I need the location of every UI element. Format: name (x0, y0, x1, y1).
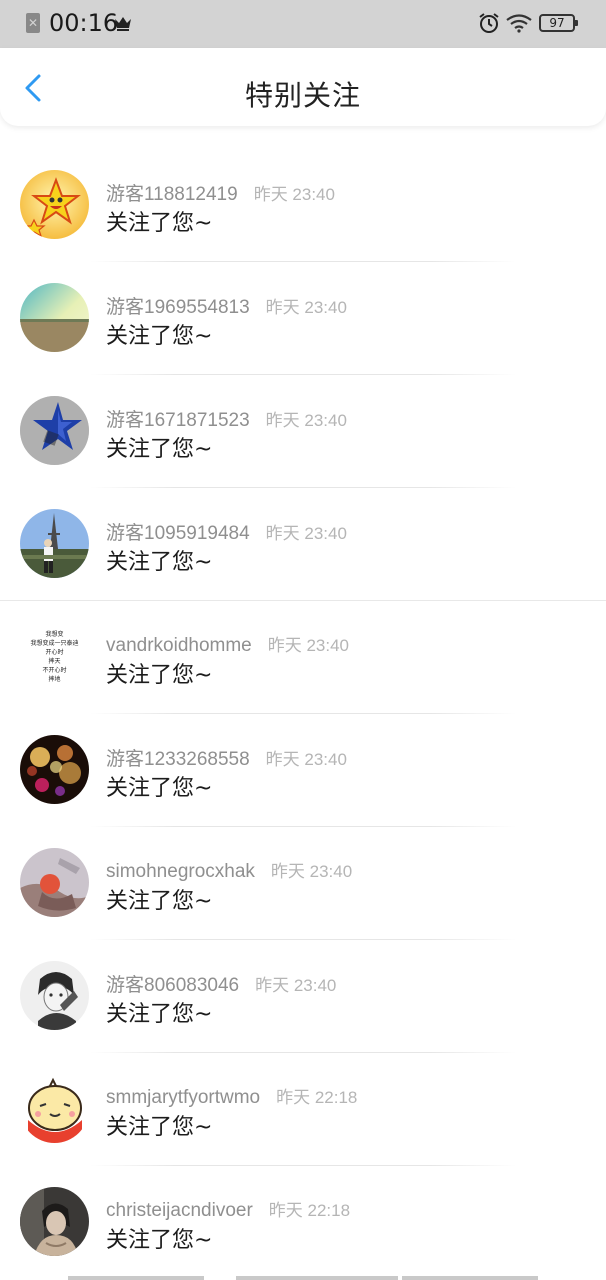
list-item[interactable]: 游客1969554813 昨天 23:40 关注了您~ (0, 262, 606, 375)
avatar-text-line: 我想变成一只泰迪 (30, 639, 78, 647)
bottom-bar-segment (402, 1276, 538, 1280)
avatar[interactable] (20, 961, 89, 1030)
timestamp: 昨天 23:40 (267, 636, 350, 655)
avatar-text-line: 开心时 (45, 648, 63, 656)
following-list[interactable]: 游客118812419 昨天 23:40 关注了您~ 游客1969554813 … (0, 126, 606, 1280)
avatar[interactable] (20, 283, 89, 352)
timestamp: 昨天 23:40 (270, 862, 353, 881)
list-item[interactable]: 游客806083046 昨天 23:40 关注了您~ (0, 940, 606, 1053)
list-item[interactable]: 游客1671871523 昨天 23:40 关注了您~ (0, 375, 606, 488)
avatar[interactable] (20, 170, 89, 239)
message-text: 关注了您~ (106, 1115, 213, 1140)
avatar-text-line: 我想变 (45, 630, 63, 638)
avatar-image: 我想变 我想变成一只泰迪 开心时 摔天 不开心时 摔地 (20, 622, 89, 691)
timestamp: 昨天 23:40 (255, 976, 337, 995)
username[interactable]: christeijacndivoer 昨天 22:18 (106, 1196, 350, 1222)
timestamp: 昨天 23:40 (265, 750, 347, 769)
username[interactable]: 游客1095919484 昨天 23:40 (106, 518, 347, 545)
list-item[interactable]: christeijacndivoer 昨天 22:18 关注了您~ (0, 1166, 606, 1279)
list-item[interactable]: 游客1233268558 昨天 23:40 关注了您~ (0, 714, 606, 827)
alarm-icon (479, 13, 499, 33)
message-text: 关注了您~ (106, 663, 213, 688)
list-item[interactable]: smmjarytfyortwmo 昨天 22:18 关注了您~ (0, 1053, 606, 1166)
timestamp: 昨天 23:40 (265, 411, 347, 430)
username[interactable]: 游客1671871523 昨天 23:40 (106, 405, 347, 432)
message-text: 关注了您~ (106, 437, 213, 462)
battery-icon: 97 (539, 14, 578, 32)
timestamp: 昨天 23:40 (265, 298, 347, 317)
message-text: 关注了您~ (106, 889, 213, 914)
avatar-text-line: 摔天 (48, 657, 60, 665)
avatar[interactable]: 我想变 我想变成一只泰迪 开心时 摔天 不开心时 摔地 (20, 622, 89, 691)
username[interactable]: smmjarytfyortwmo 昨天 22:18 (106, 1083, 357, 1109)
username[interactable]: 游客1233268558 昨天 23:40 (106, 744, 347, 771)
timestamp: 昨天 23:40 (253, 185, 335, 204)
username[interactable]: vandrkoidhomme 昨天 23:40 (106, 631, 349, 657)
app-close-icon: ✕ (26, 13, 40, 33)
page-title: 特别关注 (244, 79, 361, 112)
message-text: 关注了您~ (106, 324, 213, 349)
avatar[interactable] (20, 1187, 89, 1256)
username[interactable]: 游客1969554813 昨天 23:40 (106, 292, 347, 319)
bottom-bar-segment (68, 1276, 204, 1280)
avatar-image (20, 396, 89, 465)
crown-icon (115, 17, 131, 31)
bottom-edge (0, 1276, 606, 1280)
avatar-image (20, 735, 89, 804)
list-item[interactable]: 游客1095919484 昨天 23:40 关注了您~ (0, 488, 606, 601)
username[interactable]: 游客118812419 昨天 23:40 (106, 179, 335, 206)
avatar-image (20, 170, 89, 239)
message-text: 关注了您~ (106, 776, 213, 801)
list-item[interactable]: 游客118812419 昨天 23:40 关注了您~ (0, 149, 606, 262)
avatar[interactable] (20, 735, 89, 804)
username[interactable]: simohnegrocxhak 昨天 23:40 (106, 857, 352, 883)
list-item[interactable]: simohnegrocxhak 昨天 23:40 关注了您~ (0, 827, 606, 940)
avatar-image (20, 283, 89, 352)
avatar-image (20, 961, 89, 1030)
timestamp: 昨天 23:40 (265, 524, 347, 543)
avatar[interactable] (20, 396, 89, 465)
message-text: 关注了您~ (106, 1002, 213, 1027)
message-text: 关注了您~ (106, 1228, 213, 1253)
avatar[interactable] (20, 509, 89, 578)
status-time: 00:16 (49, 9, 119, 37)
avatar-text-line: 摔地 (48, 675, 60, 683)
bottom-bar-segment (236, 1276, 398, 1280)
timestamp: 昨天 22:18 (276, 1088, 358, 1107)
wifi-icon (506, 14, 532, 33)
list-item[interactable]: 我想变 我想变成一只泰迪 开心时 摔天 不开心时 摔地 vandrkoidhom… (0, 601, 606, 714)
timestamp: 昨天 22:18 (268, 1201, 351, 1220)
avatar-image (20, 1074, 89, 1143)
app-screen: ✕ 00:16 97 特别关注 游客118812419 昨天 23:40 关注了… (0, 0, 606, 1280)
avatar-image (20, 1187, 89, 1256)
header: 特别关注 (0, 48, 606, 126)
avatar-image (20, 509, 89, 578)
message-text: 关注了您~ (106, 211, 213, 236)
avatar-image (20, 848, 89, 917)
status-bar: ✕ 00:16 97 (0, 0, 606, 48)
message-text: 关注了您~ (106, 550, 213, 575)
avatar[interactable] (20, 1074, 89, 1143)
username[interactable]: 游客806083046 昨天 23:40 (106, 970, 336, 997)
avatar-text-line: 不开心时 (42, 666, 66, 674)
avatar[interactable] (20, 848, 89, 917)
